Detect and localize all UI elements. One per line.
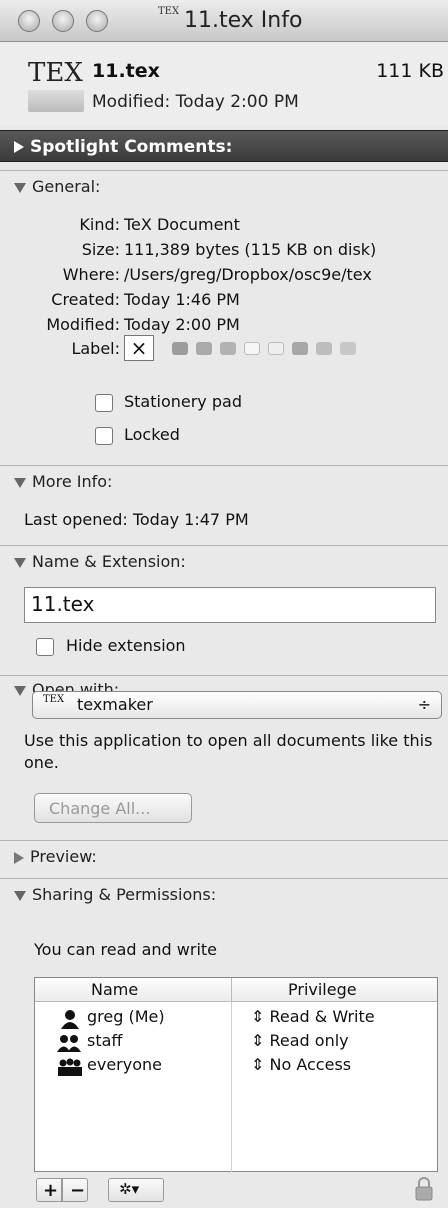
kind-key: Kind: [79,215,120,234]
open-with-popup[interactable]: TEX texmaker ÷ [32,691,442,719]
stepper-arrows-icon: ⇕ [251,1055,265,1074]
stationery-label: Stationery pad [124,392,242,411]
permission-row-name: greg (Me) [87,1007,165,1026]
stepper-arrows-icon: ⇕ [251,1007,265,1026]
where-key: Where: [62,265,120,284]
minus-icon: − [70,1180,86,1201]
action-menu-button[interactable]: ✲▾ [108,1178,164,1202]
section-general[interactable]: General: [0,170,448,202]
privilege-popup[interactable]: ⇕ Read & Write [251,1007,375,1026]
hide-extension-label: Hide extension [66,636,186,655]
group-icon [57,1035,81,1052]
disclosure-triangle-icon [14,890,26,901]
column-header-name[interactable]: Name [35,978,231,1002]
section-title: General: [32,177,101,196]
section-preview[interactable]: Preview: [0,840,448,872]
change-all-button[interactable]: Change All... [34,793,192,823]
window-title: 11.tex Info [184,8,303,33]
modified-value: Today 2:00 PM [124,315,240,334]
modified-key: Modified: [46,315,120,334]
disclosure-triangle-icon [14,477,26,488]
privilege-value: Read & Write [269,1007,375,1026]
plus-icon: + [43,1180,59,1201]
title-bar: TEX 11.tex Info [0,0,448,42]
section-title: Spotlight Comments: [30,137,233,157]
hide-extension-checkbox[interactable] [36,638,54,656]
open-with-description: Use this application to open all documen… [24,731,433,772]
disclosure-triangle-icon [14,182,26,193]
section-title: More Info: [32,472,113,491]
label-swatch-yellow[interactable] [220,342,236,355]
name-field[interactable]: 11.tex [24,587,436,623]
privilege-popup[interactable]: ⇕ No Access [251,1055,351,1074]
column-label: Name [91,980,139,999]
permission-row-name: staff [87,1031,123,1050]
label-swatch-red[interactable] [172,342,188,355]
everyone-icon [58,1058,82,1076]
permissions-table: Name Privilege greg (Me) ⇕ Read & Write … [34,977,438,1172]
column-label: Privilege [288,980,357,999]
texmaker-app-icon: TEX [43,694,65,705]
where-value: /Users/greg/Dropbox/osc9e/tex [124,265,372,284]
stationery-checkbox[interactable] [95,394,113,412]
section-title: Name & Extension: [32,552,186,571]
file-badge-icon [28,90,84,112]
sharing-summary: You can read and write [34,940,218,959]
section-more-info[interactable]: More Info: [0,465,448,497]
label-swatch-purple[interactable] [292,342,308,355]
permission-row-name: everyone [87,1055,162,1074]
file-name: 11.tex [92,60,160,82]
file-size: 111 KB [376,60,444,82]
tex-logo-icon: TEX [28,58,83,88]
change-all-label: Change All... [49,799,151,818]
section-title: Preview: [30,847,97,866]
section-title: Sharing & Permissions: [32,885,217,904]
disclosure-triangle-icon [14,141,24,153]
privilege-popup[interactable]: ⇕ Read only [251,1031,349,1050]
disclosure-triangle-icon [14,685,26,696]
disclosure-triangle-icon [14,851,24,864]
header-modified: Modified: Today 2:00 PM [92,92,299,112]
add-user-button[interactable]: + [36,1178,62,1202]
last-opened: Last opened: Today 1:47 PM [24,510,249,529]
section-name-extension[interactable]: Name & Extension: [0,545,448,577]
created-key: Created: [51,290,120,309]
user-icon [61,1010,79,1029]
privilege-value: Read only [269,1031,349,1050]
kind-value: TeX Document [124,215,240,234]
label-swatch-extra[interactable] [340,342,356,355]
label-swatch-green[interactable] [244,342,260,355]
label-key: Label: [71,339,120,358]
label-none-button[interactable]: × [124,335,154,361]
permissions-toolbar: + − ✲▾ [0,1172,448,1208]
privilege-value: No Access [269,1055,352,1074]
gear-icon: ✲▾ [119,1180,140,1198]
created-value: Today 1:46 PM [124,290,240,309]
open-with-app: texmaker [77,695,153,714]
lock-icon[interactable] [414,1176,434,1202]
column-divider [231,1002,232,1172]
zoom-window-button[interactable] [86,10,108,32]
label-swatch-gray[interactable] [316,342,332,355]
column-header-privilege[interactable]: Privilege [231,978,437,1002]
label-swatch-orange[interactable] [196,342,212,355]
popup-arrows-icon: ÷ [417,695,431,714]
label-swatch-blue[interactable] [268,342,284,355]
minimize-window-button[interactable] [52,10,74,32]
section-spotlight-comments[interactable]: Spotlight Comments: [0,130,448,162]
locked-label: Locked [124,425,180,444]
section-sharing-permissions[interactable]: Sharing & Permissions: [0,878,448,910]
disclosure-triangle-icon [14,557,26,568]
size-value: 111,389 bytes (115 KB on disk) [124,240,377,259]
stepper-arrows-icon: ⇕ [251,1031,265,1050]
locked-checkbox[interactable] [95,427,113,445]
size-key: Size: [81,240,120,259]
tex-document-icon: TEX [158,6,180,17]
remove-user-button[interactable]: − [62,1178,88,1202]
close-window-button[interactable] [18,10,40,32]
